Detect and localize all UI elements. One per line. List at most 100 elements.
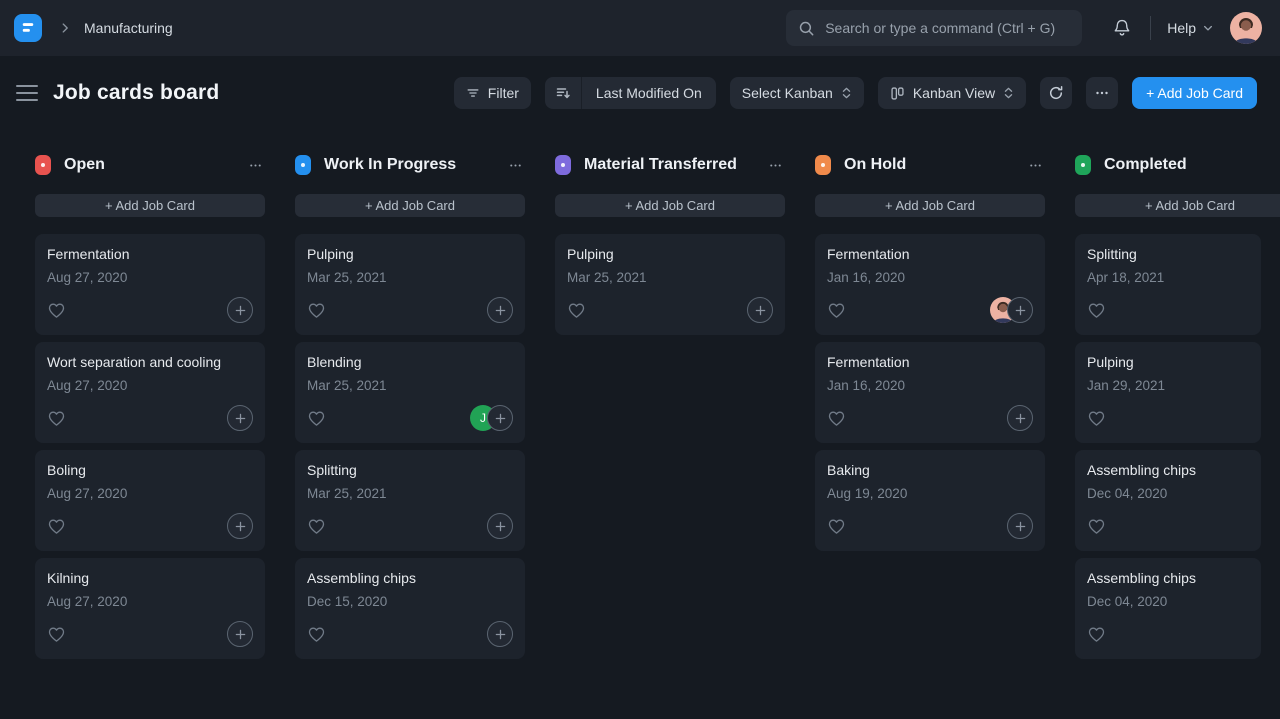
select-kanban-dropdown[interactable]: Select Kanban: [730, 77, 864, 109]
like-heart-icon[interactable]: [827, 409, 846, 427]
job-card[interactable]: Fermentation Jan 16, 2020: [815, 234, 1045, 335]
kanban-column: Completed + Add Job Card Splitting Apr 1…: [1075, 153, 1280, 659]
job-card[interactable]: Fermentation Aug 27, 2020: [35, 234, 265, 335]
job-card-date: Dec 04, 2020: [1087, 486, 1249, 501]
assign-plus-button[interactable]: [227, 405, 253, 431]
job-card[interactable]: Splitting Apr 18, 2021: [1075, 234, 1261, 335]
assign-plus-button[interactable]: [1007, 513, 1033, 539]
search-placeholder: Search or type a command (Ctrl + G): [825, 20, 1055, 36]
like-heart-icon[interactable]: [1087, 409, 1106, 427]
add-job-card-button[interactable]: + Add Job Card: [35, 194, 265, 217]
like-heart-icon[interactable]: [307, 301, 326, 319]
help-menu[interactable]: Help: [1167, 20, 1214, 36]
column-menu-button[interactable]: [1026, 156, 1045, 175]
plus-icon: [755, 305, 766, 316]
column-cards: Pulping Mar 25, 2021 Blending Mar 25, 20…: [295, 234, 525, 659]
assign-plus-button[interactable]: [487, 513, 513, 539]
assign-plus-button[interactable]: [747, 297, 773, 323]
job-card[interactable]: Splitting Mar 25, 2021: [295, 450, 525, 551]
job-card-title: Assembling chips: [1087, 570, 1249, 586]
column-header: Work In Progress: [295, 153, 525, 177]
user-avatar[interactable]: [1230, 12, 1262, 44]
assign-plus-button[interactable]: [1007, 297, 1033, 323]
kanban-column: Work In Progress + Add Job Card Pulping …: [295, 153, 525, 659]
erpnext-logo-icon: [19, 19, 37, 37]
chevrons-up-down-icon: [1003, 86, 1014, 100]
ellipsis-icon: [1094, 85, 1110, 101]
job-card-date: Mar 25, 2021: [307, 378, 513, 393]
job-card[interactable]: Pulping Mar 25, 2021: [295, 234, 525, 335]
kanban-view-icon: [890, 86, 905, 101]
ellipsis-icon: [768, 158, 783, 173]
job-card-footer: [47, 297, 253, 323]
job-card[interactable]: Pulping Mar 25, 2021: [555, 234, 785, 335]
add-job-card-button[interactable]: + Add Job Card: [295, 194, 525, 217]
like-heart-icon[interactable]: [827, 517, 846, 535]
job-card[interactable]: Assembling chips Dec 15, 2020: [295, 558, 525, 659]
like-heart-icon[interactable]: [1087, 625, 1106, 643]
assign-plus-button[interactable]: [487, 621, 513, 647]
like-heart-icon[interactable]: [47, 625, 66, 643]
sidebar-toggle-button[interactable]: [16, 85, 38, 101]
like-heart-icon[interactable]: [307, 517, 326, 535]
assign-plus-button[interactable]: [227, 621, 253, 647]
assign-area: [1007, 513, 1033, 539]
sort-field-button[interactable]: Last Modified On: [582, 77, 716, 109]
assign-plus-button[interactable]: [227, 297, 253, 323]
add-job-card-button[interactable]: + Add Job Card: [815, 194, 1045, 217]
column-menu-button[interactable]: [766, 156, 785, 175]
like-heart-icon[interactable]: [1087, 301, 1106, 319]
like-heart-icon[interactable]: [47, 301, 66, 319]
job-card-title: Splitting: [1087, 246, 1249, 262]
view-switcher-dropdown[interactable]: Kanban View: [878, 77, 1026, 109]
assign-plus-button[interactable]: [487, 405, 513, 431]
breadcrumb[interactable]: Manufacturing: [84, 20, 173, 36]
global-search-input[interactable]: Search or type a command (Ctrl + G): [786, 10, 1082, 46]
help-label: Help: [1167, 20, 1196, 36]
breadcrumb-area: Manufacturing: [14, 14, 173, 42]
job-card-title: Boling: [47, 462, 253, 478]
job-card[interactable]: Assembling chips Dec 04, 2020: [1075, 558, 1261, 659]
add-job-card-button[interactable]: + Add Job Card: [1075, 194, 1280, 217]
plus-icon: [235, 629, 246, 640]
like-heart-icon[interactable]: [1087, 517, 1106, 535]
job-card-title: Baking: [827, 462, 1033, 478]
assign-area: [990, 297, 1033, 323]
assign-plus-button[interactable]: [1007, 405, 1033, 431]
job-card-date: Jan 16, 2020: [827, 378, 1033, 393]
column-status-indicator: [1075, 155, 1091, 175]
column-menu-button[interactable]: [506, 156, 525, 175]
column-menu-button[interactable]: [246, 156, 265, 175]
job-card[interactable]: Pulping Jan 29, 2021: [1075, 342, 1261, 443]
job-card[interactable]: Blending Mar 25, 2021 J: [295, 342, 525, 443]
job-card-footer: [1087, 405, 1249, 431]
add-job-card-primary-button[interactable]: + Add Job Card: [1132, 77, 1257, 109]
sort-direction-button[interactable]: [545, 77, 582, 109]
like-heart-icon[interactable]: [827, 301, 846, 319]
select-kanban-label: Select Kanban: [742, 85, 833, 101]
like-heart-icon[interactable]: [47, 409, 66, 427]
job-card[interactable]: Kilning Aug 27, 2020: [35, 558, 265, 659]
job-card[interactable]: Baking Aug 19, 2020: [815, 450, 1045, 551]
assign-plus-button[interactable]: [227, 513, 253, 539]
notifications-bell-button[interactable]: [1112, 18, 1132, 38]
like-heart-icon[interactable]: [307, 625, 326, 643]
add-job-card-button[interactable]: + Add Job Card: [555, 194, 785, 217]
column-header: Completed: [1075, 153, 1280, 177]
app-logo[interactable]: [14, 14, 42, 42]
refresh-button[interactable]: [1040, 77, 1072, 109]
plus-icon: [235, 413, 246, 424]
job-card[interactable]: Fermentation Jan 16, 2020: [815, 342, 1045, 443]
assign-plus-button[interactable]: [487, 297, 513, 323]
plus-icon: [1015, 413, 1026, 424]
like-heart-icon[interactable]: [567, 301, 586, 319]
job-card[interactable]: Assembling chips Dec 04, 2020: [1075, 450, 1261, 551]
job-card[interactable]: Boling Aug 27, 2020: [35, 450, 265, 551]
filter-button[interactable]: Filter: [454, 77, 531, 109]
job-card[interactable]: Wort separation and cooling Aug 27, 2020: [35, 342, 265, 443]
more-options-button[interactable]: [1086, 77, 1118, 109]
like-heart-icon[interactable]: [47, 517, 66, 535]
plus-icon: [1015, 305, 1026, 316]
like-heart-icon[interactable]: [307, 409, 326, 427]
kanban-column: Material Transferred + Add Job Card Pulp…: [555, 153, 785, 335]
